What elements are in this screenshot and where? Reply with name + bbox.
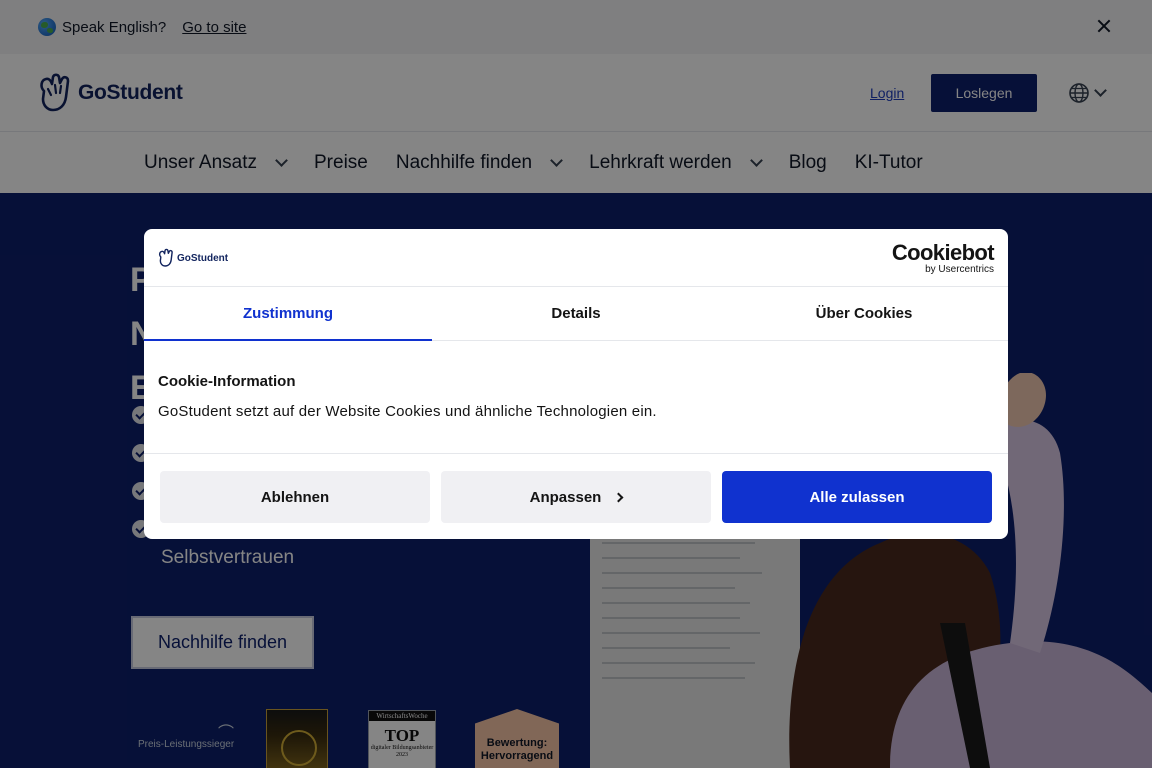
hand-logo-icon bbox=[158, 248, 173, 267]
cookiebot-brand[interactable]: Cookiebot by Usercentrics bbox=[891, 240, 995, 276]
cookiebot-wordmark: Cookiebot bbox=[891, 240, 995, 265]
customize-label: Anpassen bbox=[529, 488, 602, 506]
dialog-footer: Ablehnen Anpassen Alle zulassen bbox=[144, 453, 1008, 539]
customize-button[interactable]: Anpassen bbox=[441, 471, 711, 523]
dialog-logo-wordmark: GoStudent bbox=[177, 252, 229, 264]
dialog-body: Cookie-Information GoStudent setzt auf d… bbox=[158, 373, 657, 420]
dialog-tabs: Zustimmung Details Über Cookies bbox=[144, 287, 1008, 341]
dialog-logo: GoStudent bbox=[158, 248, 228, 268]
dialog-text: GoStudent setzt auf der Website Cookies … bbox=[158, 403, 657, 420]
dialog-header: GoStudent Cookiebot by Usercentrics bbox=[144, 229, 1008, 287]
tab-zustimmung[interactable]: Zustimmung bbox=[144, 287, 432, 341]
chevron-right-icon bbox=[613, 492, 624, 502]
accept-all-button[interactable]: Alle zulassen bbox=[722, 471, 992, 523]
tab-details[interactable]: Details bbox=[432, 287, 720, 340]
tab-ueber-cookies[interactable]: Über Cookies bbox=[720, 287, 1008, 340]
reject-button[interactable]: Ablehnen bbox=[160, 471, 430, 523]
cookiebot-byline: by Usercentrics bbox=[925, 264, 994, 275]
cookie-consent-dialog: GoStudent Cookiebot by Usercentrics Zust… bbox=[144, 229, 1008, 539]
dialog-title: Cookie-Information bbox=[158, 373, 296, 390]
